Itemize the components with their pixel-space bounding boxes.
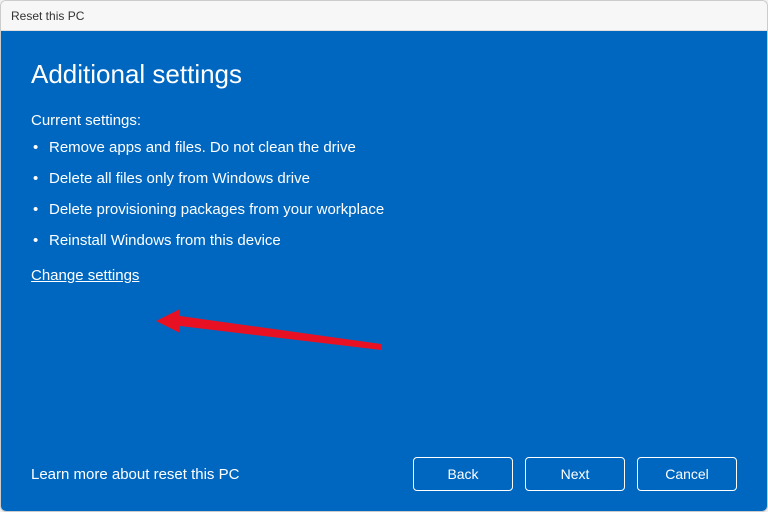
dialog-footer: Learn more about reset this PC Back Next… bbox=[31, 447, 737, 491]
list-item: Remove apps and files. Do not clean the … bbox=[33, 139, 737, 156]
page-title: Additional settings bbox=[31, 59, 737, 90]
list-item: Reinstall Windows from this device bbox=[33, 232, 737, 249]
cancel-button[interactable]: Cancel bbox=[637, 457, 737, 491]
titlebar[interactable]: Reset this PC bbox=[1, 1, 767, 31]
current-settings-label: Current settings: bbox=[31, 112, 737, 129]
back-button[interactable]: Back bbox=[413, 457, 513, 491]
reset-pc-dialog: Reset this PC Additional settings Curren… bbox=[0, 0, 768, 512]
dialog-content: Additional settings Current settings: Re… bbox=[1, 31, 767, 511]
next-button[interactable]: Next bbox=[525, 457, 625, 491]
list-item: Delete all files only from Windows drive bbox=[33, 170, 737, 187]
list-item: Delete provisioning packages from your w… bbox=[33, 201, 737, 218]
button-row: Back Next Cancel bbox=[413, 457, 737, 491]
settings-list: Remove apps and files. Do not clean the … bbox=[31, 139, 737, 263]
change-settings-link[interactable]: Change settings bbox=[31, 267, 737, 284]
window-title: Reset this PC bbox=[11, 9, 84, 23]
learn-more-link[interactable]: Learn more about reset this PC bbox=[31, 466, 239, 483]
annotation-arrow-icon bbox=[156, 309, 386, 369]
